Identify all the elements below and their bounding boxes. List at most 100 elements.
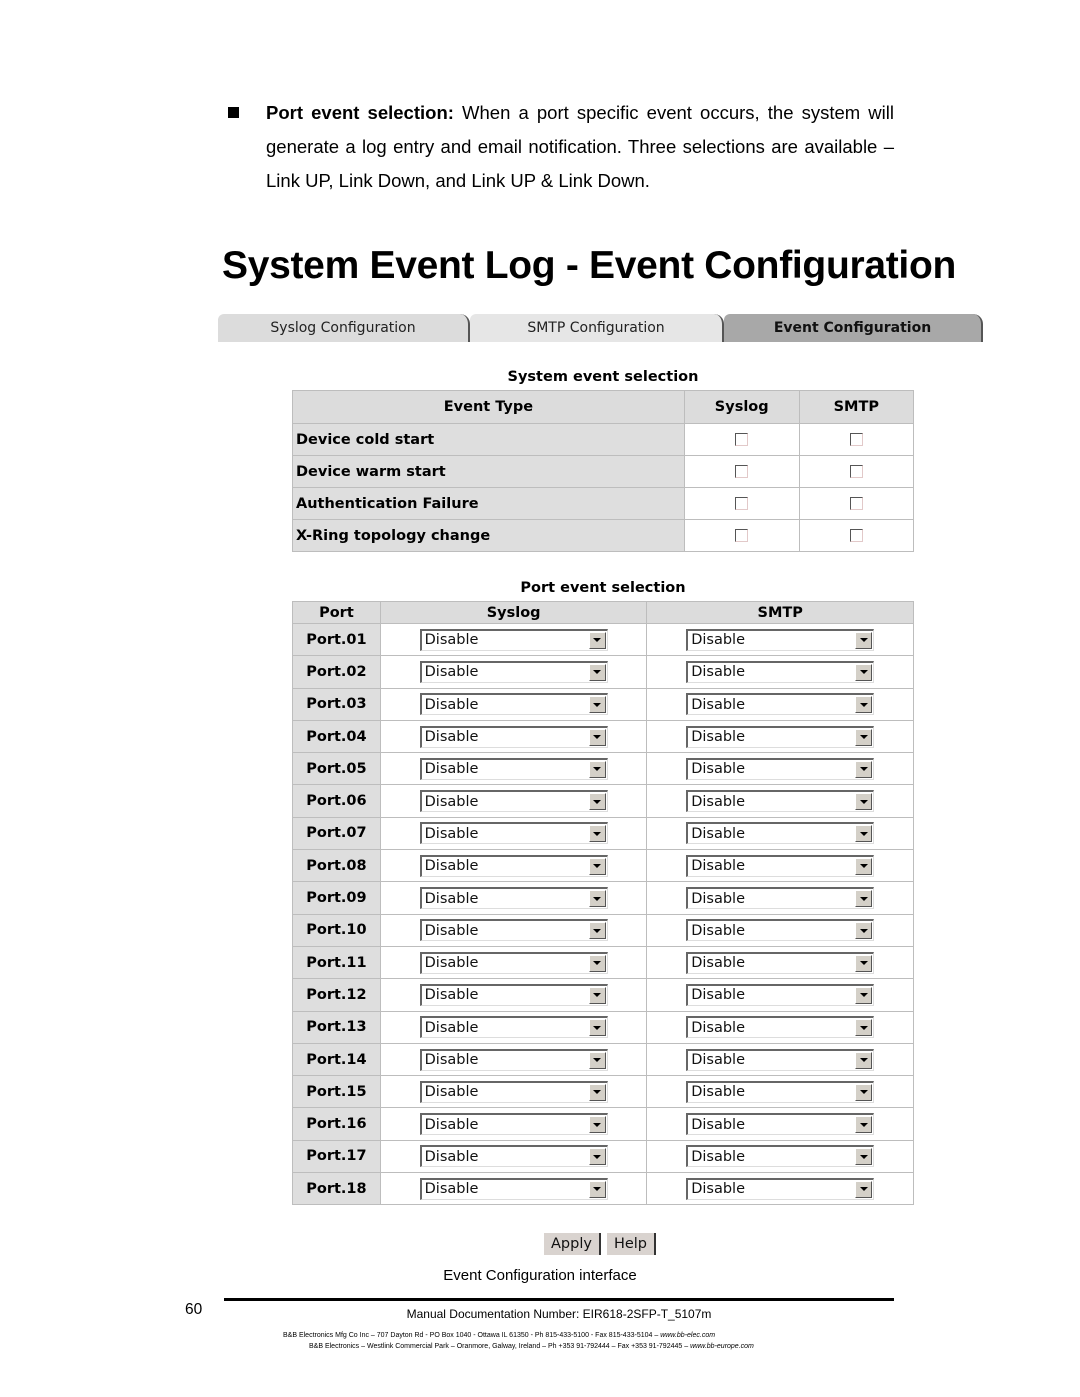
table-row: Authentication Failure xyxy=(292,487,915,520)
smtp-select[interactable]: Disable xyxy=(686,983,875,1006)
dropdown-arrow-icon[interactable] xyxy=(588,631,606,649)
syslog-select[interactable]: Disable xyxy=(419,1048,608,1071)
syslog-select[interactable]: Disable xyxy=(419,628,608,651)
apply-button[interactable]: Apply xyxy=(544,1233,601,1255)
dropdown-arrow-icon[interactable] xyxy=(588,986,606,1004)
dropdown-arrow-icon[interactable] xyxy=(588,1148,606,1166)
dropdown-arrow-icon[interactable] xyxy=(588,890,606,908)
syslog-select[interactable]: Disable xyxy=(419,790,608,813)
dropdown-arrow-icon[interactable] xyxy=(855,631,873,649)
dropdown-arrow-icon[interactable] xyxy=(855,922,873,940)
smtp-select[interactable]: Disable xyxy=(686,1048,875,1071)
syslog-checkbox[interactable] xyxy=(735,465,749,478)
dropdown-arrow-icon[interactable] xyxy=(855,954,873,972)
smtp-select[interactable]: Disable xyxy=(686,1080,875,1103)
table-row: X-Ring topology change xyxy=(292,519,915,552)
dropdown-arrow-icon[interactable] xyxy=(855,696,873,714)
table-header-row: Port Syslog SMTP xyxy=(292,601,914,624)
dropdown-arrow-icon[interactable] xyxy=(855,1051,873,1069)
syslog-select[interactable]: Disable xyxy=(419,1145,608,1168)
dropdown-arrow-icon[interactable] xyxy=(588,825,606,843)
tab-event-configuration[interactable]: Event Configuration xyxy=(724,314,983,342)
tab-smtp-configuration[interactable]: SMTP Configuration xyxy=(470,314,724,342)
dropdown-arrow-icon[interactable] xyxy=(855,986,873,1004)
dropdown-arrow-icon[interactable] xyxy=(588,1051,606,1069)
syslog-select[interactable]: Disable xyxy=(419,757,608,780)
smtp-select[interactable]: Disable xyxy=(686,628,875,651)
table-row: Port.01 Disable Disable xyxy=(292,622,914,657)
syslog-checkbox[interactable] xyxy=(735,529,749,542)
smtp-checkbox[interactable] xyxy=(849,497,863,510)
dropdown-arrow-icon[interactable] xyxy=(588,857,606,875)
smtp-select[interactable]: Disable xyxy=(686,854,875,877)
smtp-select[interactable]: Disable xyxy=(686,919,875,942)
dropdown-arrow-icon[interactable] xyxy=(588,954,606,972)
syslog-checkbox[interactable] xyxy=(735,497,749,510)
dropdown-arrow-icon[interactable] xyxy=(588,1019,606,1037)
help-button[interactable]: Help xyxy=(606,1233,656,1255)
url-us-link[interactable]: www.bb-elec.com xyxy=(660,1332,715,1339)
syslog-select[interactable]: Disable xyxy=(419,822,608,845)
dropdown-arrow-icon[interactable] xyxy=(588,1180,606,1198)
syslog-select[interactable]: Disable xyxy=(419,1113,608,1136)
smtp-select[interactable]: Disable xyxy=(686,822,875,845)
tab-syslog-configuration[interactable]: Syslog Configuration xyxy=(218,314,470,342)
dropdown-arrow-icon[interactable] xyxy=(588,696,606,714)
smtp-checkbox[interactable] xyxy=(849,465,863,478)
syslog-select[interactable]: Disable xyxy=(419,693,608,716)
select-value: Disable xyxy=(424,696,479,713)
dropdown-arrow-icon[interactable] xyxy=(855,760,873,778)
table-row: Port.10 Disable Disable xyxy=(292,913,914,947)
dropdown-arrow-icon[interactable] xyxy=(588,663,606,681)
smtp-select[interactable]: Disable xyxy=(686,757,875,780)
syslog-select[interactable]: Disable xyxy=(419,660,608,683)
dropdown-arrow-icon[interactable] xyxy=(855,890,873,908)
dropdown-arrow-icon[interactable] xyxy=(855,1019,873,1037)
smtp-select[interactable]: Disable xyxy=(686,1016,875,1039)
dropdown-arrow-icon[interactable] xyxy=(855,728,873,746)
syslog-select[interactable]: Disable xyxy=(419,725,608,748)
smtp-select[interactable]: Disable xyxy=(686,1145,875,1168)
syslog-select[interactable]: Disable xyxy=(419,983,608,1006)
dropdown-arrow-icon[interactable] xyxy=(588,793,606,811)
dropdown-arrow-icon[interactable] xyxy=(588,1083,606,1101)
syslog-select[interactable]: Disable xyxy=(419,1177,608,1200)
select-value: Disable xyxy=(691,825,745,842)
smtp-select[interactable]: Disable xyxy=(686,790,875,813)
smtp-select[interactable]: Disable xyxy=(686,693,875,716)
dropdown-arrow-icon[interactable] xyxy=(855,1180,873,1198)
syslog-select[interactable]: Disable xyxy=(419,854,608,877)
dropdown-arrow-icon[interactable] xyxy=(855,825,873,843)
syslog-checkbox[interactable] xyxy=(735,433,749,446)
select-value: Disable xyxy=(691,761,745,778)
dropdown-arrow-icon[interactable] xyxy=(855,1083,873,1101)
syslog-select[interactable]: Disable xyxy=(419,1016,608,1039)
select-value: Disable xyxy=(691,1019,745,1036)
smtp-select[interactable]: Disable xyxy=(686,1177,875,1200)
syslog-select[interactable]: Disable xyxy=(419,919,608,942)
port-label: Port.18 xyxy=(292,1172,381,1206)
smtp-select[interactable]: Disable xyxy=(686,725,875,748)
dropdown-arrow-icon[interactable] xyxy=(855,857,873,875)
dropdown-arrow-icon[interactable] xyxy=(855,1148,873,1166)
url-eu-link[interactable]: www.bb-europe.com xyxy=(690,1343,754,1350)
dropdown-arrow-icon[interactable] xyxy=(588,728,606,746)
smtp-select[interactable]: Disable xyxy=(686,887,875,910)
action-buttons: Apply Help xyxy=(544,1233,656,1255)
smtp-select[interactable]: Disable xyxy=(686,660,875,683)
dropdown-arrow-icon[interactable] xyxy=(588,1116,606,1134)
smtp-select[interactable]: Disable xyxy=(686,951,875,974)
dropdown-arrow-icon[interactable] xyxy=(855,793,873,811)
dropdown-arrow-icon[interactable] xyxy=(588,922,606,940)
dropdown-arrow-icon[interactable] xyxy=(855,1116,873,1134)
page-number: 60 xyxy=(185,1301,203,1318)
dropdown-arrow-icon[interactable] xyxy=(588,760,606,778)
smtp-checkbox[interactable] xyxy=(849,433,863,446)
smtp-checkbox[interactable] xyxy=(849,529,863,542)
smtp-select[interactable]: Disable xyxy=(686,1113,875,1136)
intro-term: Port event selection: xyxy=(266,102,454,123)
syslog-select[interactable]: Disable xyxy=(419,951,608,974)
dropdown-arrow-icon[interactable] xyxy=(855,663,873,681)
syslog-select[interactable]: Disable xyxy=(419,1080,608,1103)
syslog-select[interactable]: Disable xyxy=(419,887,608,910)
